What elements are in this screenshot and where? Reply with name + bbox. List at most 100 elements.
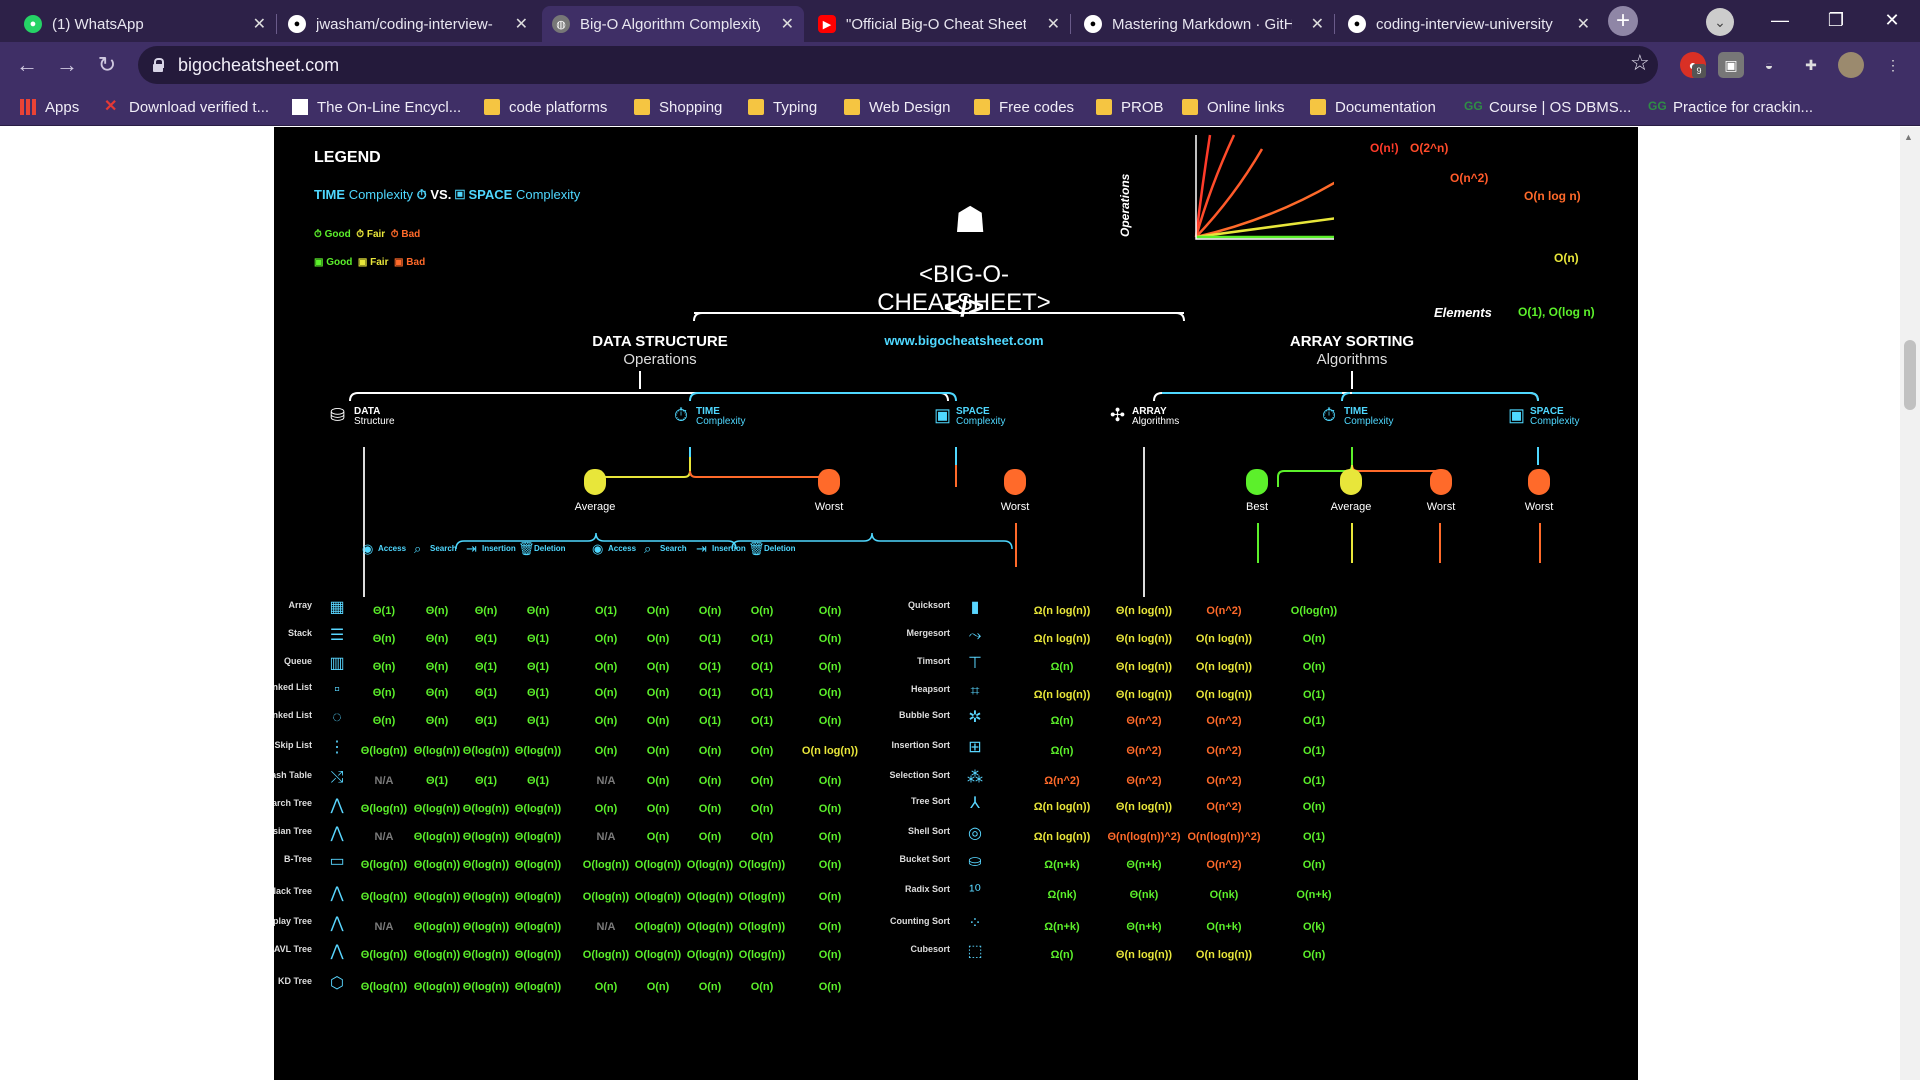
complexity-cell: O(n) <box>1302 661 1326 673</box>
complexity-cell: Θ(n log(n)) <box>1115 801 1173 813</box>
time-complexity-label: TIME Complexity <box>696 407 745 427</box>
tab-markdown[interactable]: ● Mastering Markdown · GitH ✕ <box>1074 6 1334 42</box>
stopwatch-icon: ⏱ <box>1322 405 1337 425</box>
graph-curve-label: O(2^n) <box>1410 141 1449 155</box>
case-worst: Worst <box>814 501 844 513</box>
scroll-up-icon[interactable]: ▲ <box>1904 132 1913 142</box>
complexity-cell: O(n(log(n))^2) <box>1187 831 1261 843</box>
average-mask-icon <box>584 469 606 495</box>
timsort-icon: ⊤ <box>968 655 982 672</box>
graph-curve-label: O(n!) <box>1370 141 1399 155</box>
complexity-cell: O(n) <box>818 661 842 673</box>
folder-icon <box>974 99 990 115</box>
bookmark-label: Documentation <box>1335 98 1436 116</box>
tab-youtube[interactable]: ▶ "Official Big-O Cheat Sheet ✕ <box>808 6 1070 42</box>
bookmark-code-platforms[interactable]: code platforms <box>484 94 607 120</box>
new-tab-button[interactable]: + <box>1608 6 1638 36</box>
row-label: Cartesian Tree <box>274 826 312 836</box>
bookmark-label: Apps <box>45 98 80 116</box>
back-button[interactable]: ← <box>10 48 44 82</box>
complexity-cell: Θ(n^2) <box>1126 775 1162 787</box>
row-label: Skip List <box>274 740 312 750</box>
counting-icon: ⁘ <box>968 915 982 932</box>
insert-icon: ⇥ <box>696 541 707 556</box>
row-label: Singly-Linked List <box>274 682 312 692</box>
github-icon: ● <box>288 15 306 33</box>
bookmark-documentation[interactable]: Documentation <box>1310 94 1436 120</box>
big-o-cheatsheet-image: LEGEND TIME Complexity ⏱ VS. ▣ SPACE Com… <box>274 127 1638 1080</box>
reload-button[interactable]: ↻ <box>90 48 124 82</box>
bookmark-online-links[interactable]: Online links <box>1182 94 1285 120</box>
row-label: Queue <box>283 656 312 666</box>
data-structure-label: DATA Structure <box>354 407 395 427</box>
bookmarks-bar: Apps ✕ Download verified t... The On-Line… <box>0 88 1920 126</box>
complexity-cell: Θ(n log(n)) <box>1115 689 1173 701</box>
bookmark-download[interactable]: ✕ Download verified t... <box>104 94 269 120</box>
operation-label: Insertion <box>482 544 516 553</box>
bookmark-label: Download verified t... <box>129 98 270 116</box>
worst-mask-icon <box>818 469 840 495</box>
complexity-cell: Θ(n^2) <box>1126 715 1162 727</box>
row-label: Heapsort <box>910 684 950 694</box>
row-label: Shell Sort <box>907 826 950 836</box>
row-label: B-Tree <box>283 854 312 864</box>
heap-icon: ⌗ <box>970 683 980 700</box>
tab-whatsapp[interactable]: ● (1) WhatsApp ✕ <box>14 6 276 42</box>
complexity-cell: O(n log(n)) <box>801 745 859 757</box>
scrollbar[interactable] <box>1900 127 1920 1080</box>
puzzle-icon[interactable]: ✚ <box>1798 52 1824 78</box>
forward-button[interactable]: → <box>50 48 84 82</box>
bookmark-practice[interactable]: GG Practice for crackin... <box>1648 94 1813 120</box>
close-icon[interactable]: ✕ <box>1047 14 1060 34</box>
close-icon[interactable]: ✕ <box>1311 14 1324 34</box>
bookmark-typing[interactable]: Typing <box>748 94 817 120</box>
bookmark-star-icon[interactable]: ☆ <box>1630 50 1650 76</box>
tab-bigo[interactable]: ◍ Big-O Algorithm Complexity ✕ <box>542 6 804 42</box>
array-algorithms-label: ARRAY Algorithms <box>1132 407 1179 427</box>
complexity-cell: O(n) <box>1302 801 1326 813</box>
bookmark-oeis[interactable]: The On-Line Encycl... <box>292 94 461 120</box>
close-window-button[interactable]: ✕ <box>1864 0 1920 40</box>
space-complexity-label: SPACE Complexity <box>1530 407 1579 427</box>
close-icon[interactable]: ✕ <box>781 14 794 34</box>
time-complexity-label: TIME Complexity <box>1344 407 1393 427</box>
folder-icon <box>748 99 764 115</box>
row-label: Bucket Sort <box>899 854 950 864</box>
complexity-cell: Ω(n) <box>1050 745 1074 757</box>
complexity-cell: Ω(n) <box>1050 949 1074 961</box>
tab-search-icon[interactable]: ⌄ <box>1706 8 1734 36</box>
bookmark-free-codes[interactable]: Free codes <box>974 94 1074 120</box>
bucket-icon: ⛀ <box>968 853 982 870</box>
youtube-icon: ▶ <box>818 15 836 33</box>
scrollbar-thumb[interactable] <box>1904 340 1916 410</box>
complexity-cell: O(n) <box>1302 859 1326 871</box>
row-label: Insertion Sort <box>891 740 950 750</box>
bookmark-shopping[interactable]: Shopping <box>634 94 722 120</box>
close-icon[interactable]: ✕ <box>515 14 528 34</box>
tab-github-jwasham[interactable]: ● jwasham/coding-interview- ✕ <box>278 6 538 42</box>
browser-toolbar: ← → ↻ bigocheatsheet.com ☆ ● 9 ▣ ◒ ✚ ⋮ <box>0 42 1920 88</box>
bookmark-label: PROB <box>1121 98 1164 116</box>
restore-button[interactable]: ❐ <box>1808 0 1864 40</box>
complexity-cell: O(1) <box>1303 745 1325 757</box>
extension-icon[interactable]: ▣ <box>1718 52 1744 78</box>
bookmark-apps[interactable]: Apps <box>20 94 79 120</box>
address-bar[interactable]: bigocheatsheet.com <box>138 46 1658 84</box>
github-icon: ● <box>1084 15 1102 33</box>
bookmark-course-os[interactable]: GG Course | OS DBMS... <box>1464 94 1631 120</box>
extension-icon[interactable]: ◒ <box>1756 52 1782 78</box>
avatar[interactable] <box>1838 52 1864 78</box>
menu-icon[interactable]: ⋮ <box>1880 52 1906 78</box>
complexity-cell: O(n^2) <box>1206 745 1242 757</box>
close-icon[interactable]: ✕ <box>1577 14 1590 34</box>
row-label: Selection Sort <box>889 770 950 780</box>
heading-line: Structure <box>354 416 395 427</box>
row-label: Binary Search Tree <box>274 798 312 808</box>
tab-coding-interview[interactable]: ● coding-interview-university ✕ <box>1338 6 1600 42</box>
bookmark-web-design[interactable]: Web Design <box>844 94 950 120</box>
cube-icon: ⬚ <box>967 943 983 960</box>
bookmark-prob[interactable]: PROB <box>1096 94 1164 120</box>
minimize-button[interactable]: — <box>1752 0 1808 40</box>
merge-icon: ⤳ <box>968 627 982 644</box>
close-icon[interactable]: ✕ <box>253 14 266 34</box>
